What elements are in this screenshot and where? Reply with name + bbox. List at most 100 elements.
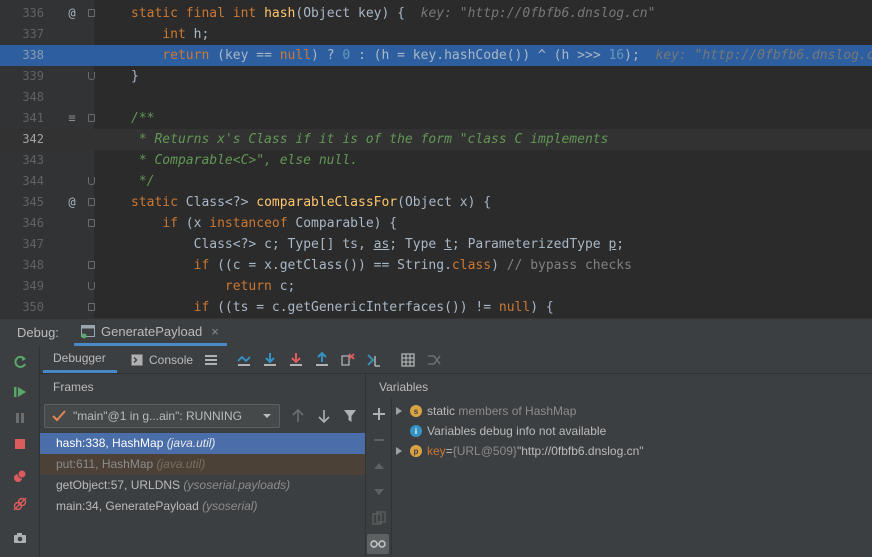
variable-info-message: i Variables debug info not available xyxy=(396,421,606,441)
move-up-icon[interactable] xyxy=(371,458,387,474)
mute-breakpoints-icon[interactable] xyxy=(12,496,28,512)
thread-selector[interactable]: "main"@1 in g...ain": RUNNING xyxy=(44,404,280,428)
code-line-345[interactable]: 345 @ static Class<?> comparableClassFor… xyxy=(0,192,872,213)
code-line-350[interactable]: 350 if ((ts = c.getGenericInterfaces()) … xyxy=(0,297,872,318)
fold-icon[interactable] xyxy=(88,114,95,122)
pause-icon[interactable] xyxy=(12,410,28,426)
remove-watch-icon[interactable] xyxy=(371,432,387,448)
run-to-cursor-icon[interactable] xyxy=(366,352,382,368)
documentation-icon[interactable]: ≡ xyxy=(64,108,80,129)
code-text: static Class<?> comparableClassFor(Objec… xyxy=(131,195,492,210)
code-line-346[interactable]: 346 if (x instanceof Comparable) { xyxy=(0,213,872,234)
code-line-blank[interactable]: 348 xyxy=(0,87,872,108)
expand-arrow-icon[interactable] xyxy=(396,407,402,415)
drop-frame-icon[interactable] xyxy=(340,352,356,368)
code-text: return c; xyxy=(224,279,296,294)
fold-end-icon[interactable] xyxy=(88,177,95,185)
debug-session-tab[interactable]: GeneratePayload × xyxy=(74,319,227,346)
arrow-down-icon[interactable] xyxy=(316,408,332,424)
filter-icon[interactable] xyxy=(342,408,358,424)
line-number: 337 xyxy=(22,27,44,41)
variables-panel: Variables s static members of HashMap i … xyxy=(366,374,872,557)
code-text: /** xyxy=(131,111,155,126)
code-line-343[interactable]: 343 * Comparable<C>", else null. xyxy=(0,150,872,171)
line-number: 344 xyxy=(22,174,44,188)
line-number: 336 xyxy=(22,6,44,20)
debugger-toolbar: Debugger Console xyxy=(40,346,872,374)
move-down-icon[interactable] xyxy=(371,484,387,500)
fold-end-icon[interactable] xyxy=(88,72,95,80)
variable-static-members[interactable]: s static members of HashMap xyxy=(396,401,576,421)
chevron-down-icon xyxy=(263,414,271,418)
trace-stream-icon[interactable] xyxy=(426,352,442,368)
code-line-349[interactable]: 349 return c; xyxy=(0,276,872,297)
fold-icon[interactable] xyxy=(88,9,95,17)
override-icon[interactable]: @ xyxy=(64,3,80,24)
console-icon xyxy=(131,354,143,365)
rerun-icon[interactable] xyxy=(12,354,28,370)
frame-item[interactable]: getObject:57, URLDNS (ysoserial.payloads… xyxy=(40,475,365,496)
code-line-348[interactable]: 348 if ((c = x.getClass()) == String.cla… xyxy=(0,255,872,276)
frame-item[interactable]: main:34, GeneratePayload (ysoserial) xyxy=(40,496,365,517)
arrow-up-icon[interactable] xyxy=(290,408,306,424)
code-text: } xyxy=(131,69,139,84)
debug-label: Debug: xyxy=(17,325,59,340)
code-line-336[interactable]: 336 @ static final int hash(Object key) … xyxy=(0,3,872,24)
frames-panel: Frames "main"@1 in g...ain": RUNNING has… xyxy=(40,374,366,557)
thread-selector-value: "main"@1 in g...ain": RUNNING xyxy=(73,409,243,423)
step-into-icon[interactable] xyxy=(288,352,304,368)
line-number: 342 xyxy=(22,132,44,146)
line-number: 348 xyxy=(22,258,44,272)
expand-arrow-icon[interactable] xyxy=(396,447,402,455)
line-number: 349 xyxy=(22,279,44,293)
code-editor[interactable]: 336 @ static final int hash(Object key) … xyxy=(0,0,872,318)
variables-title: Variables xyxy=(379,380,429,394)
code-line-337[interactable]: 337 int h; xyxy=(0,24,872,45)
inline-value-hint: key: "http://0fbfb6.dnslog.cn" xyxy=(655,48,872,63)
inline-value-hint: key: "http://0fbfb6.dnslog.cn" xyxy=(420,6,656,21)
line-number: 346 xyxy=(22,216,44,230)
add-watch-icon[interactable] xyxy=(371,406,387,422)
line-number: 338 xyxy=(22,48,44,62)
line-number: 348 xyxy=(22,90,44,104)
tab-console[interactable]: Console xyxy=(131,346,193,373)
code-text: if ((c = x.getClass()) == String.class) … xyxy=(193,258,632,273)
code-text: static final int hash(Object key) { key:… xyxy=(131,6,656,21)
tab-debugger-label: Debugger xyxy=(53,351,106,365)
step-over-icon[interactable] xyxy=(262,352,278,368)
glasses-icon[interactable] xyxy=(367,534,389,554)
frame-item-selected[interactable]: hash:338, HashMap (java.util) xyxy=(40,433,365,454)
fold-icon[interactable] xyxy=(88,303,95,311)
check-icon xyxy=(52,410,66,422)
evaluate-expression-icon[interactable] xyxy=(400,352,416,368)
line-number: 343 xyxy=(22,153,44,167)
override-icon[interactable]: @ xyxy=(64,192,80,213)
line-number: 345 xyxy=(22,195,44,209)
camera-icon[interactable] xyxy=(12,530,28,546)
code-line-341[interactable]: 341 ≡ /** xyxy=(0,108,872,129)
code-line-347[interactable]: 347 Class<?> c; Type[] ts, as; Type t; P… xyxy=(0,234,872,255)
code-text: Class<?> c; Type[] ts, as; Type t; Param… xyxy=(193,237,625,252)
fold-end-icon[interactable] xyxy=(88,282,95,290)
close-icon[interactable]: × xyxy=(211,324,219,339)
show-execution-point-icon[interactable] xyxy=(236,352,252,368)
line-number: 339 xyxy=(22,69,44,83)
copy-icon[interactable] xyxy=(371,510,387,526)
step-out-icon[interactable] xyxy=(314,352,330,368)
fold-icon[interactable] xyxy=(88,261,95,269)
fold-icon[interactable] xyxy=(88,198,95,206)
resume-icon[interactable] xyxy=(12,384,28,400)
code-line-339[interactable]: 339 } xyxy=(0,66,872,87)
code-text: return (key == null) ? 0 : (h = key.hash… xyxy=(131,45,872,66)
menu-icon[interactable] xyxy=(203,352,219,368)
view-breakpoints-icon[interactable] xyxy=(12,468,28,484)
tab-debugger[interactable]: Debugger xyxy=(43,346,117,373)
variable-key[interactable]: p key = {URL@509} "http://0fbfb6.dnslog.… xyxy=(396,441,644,461)
fold-icon[interactable] xyxy=(88,219,95,227)
frame-item-library[interactable]: put:611, HashMap (java.util) xyxy=(40,454,365,475)
code-text: if ((ts = c.getGenericInterfaces()) != n… xyxy=(193,300,554,315)
stop-icon[interactable] xyxy=(12,436,28,452)
code-line-338-current-execution[interactable]: 338 return (key == null) ? 0 : (h = key.… xyxy=(0,45,872,66)
code-line-344[interactable]: 344 */ xyxy=(0,171,872,192)
code-line-342-caret[interactable]: 342 * Returns x's Class if it is of the … xyxy=(0,129,872,150)
